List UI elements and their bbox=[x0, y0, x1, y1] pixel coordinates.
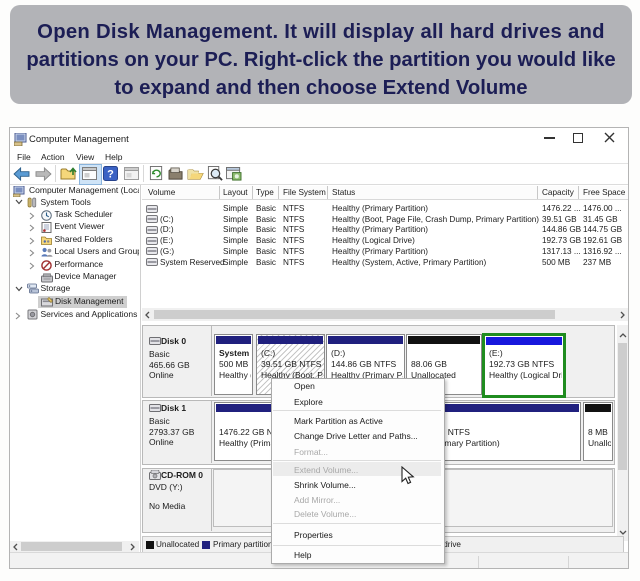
svg-text:?: ? bbox=[107, 169, 114, 181]
